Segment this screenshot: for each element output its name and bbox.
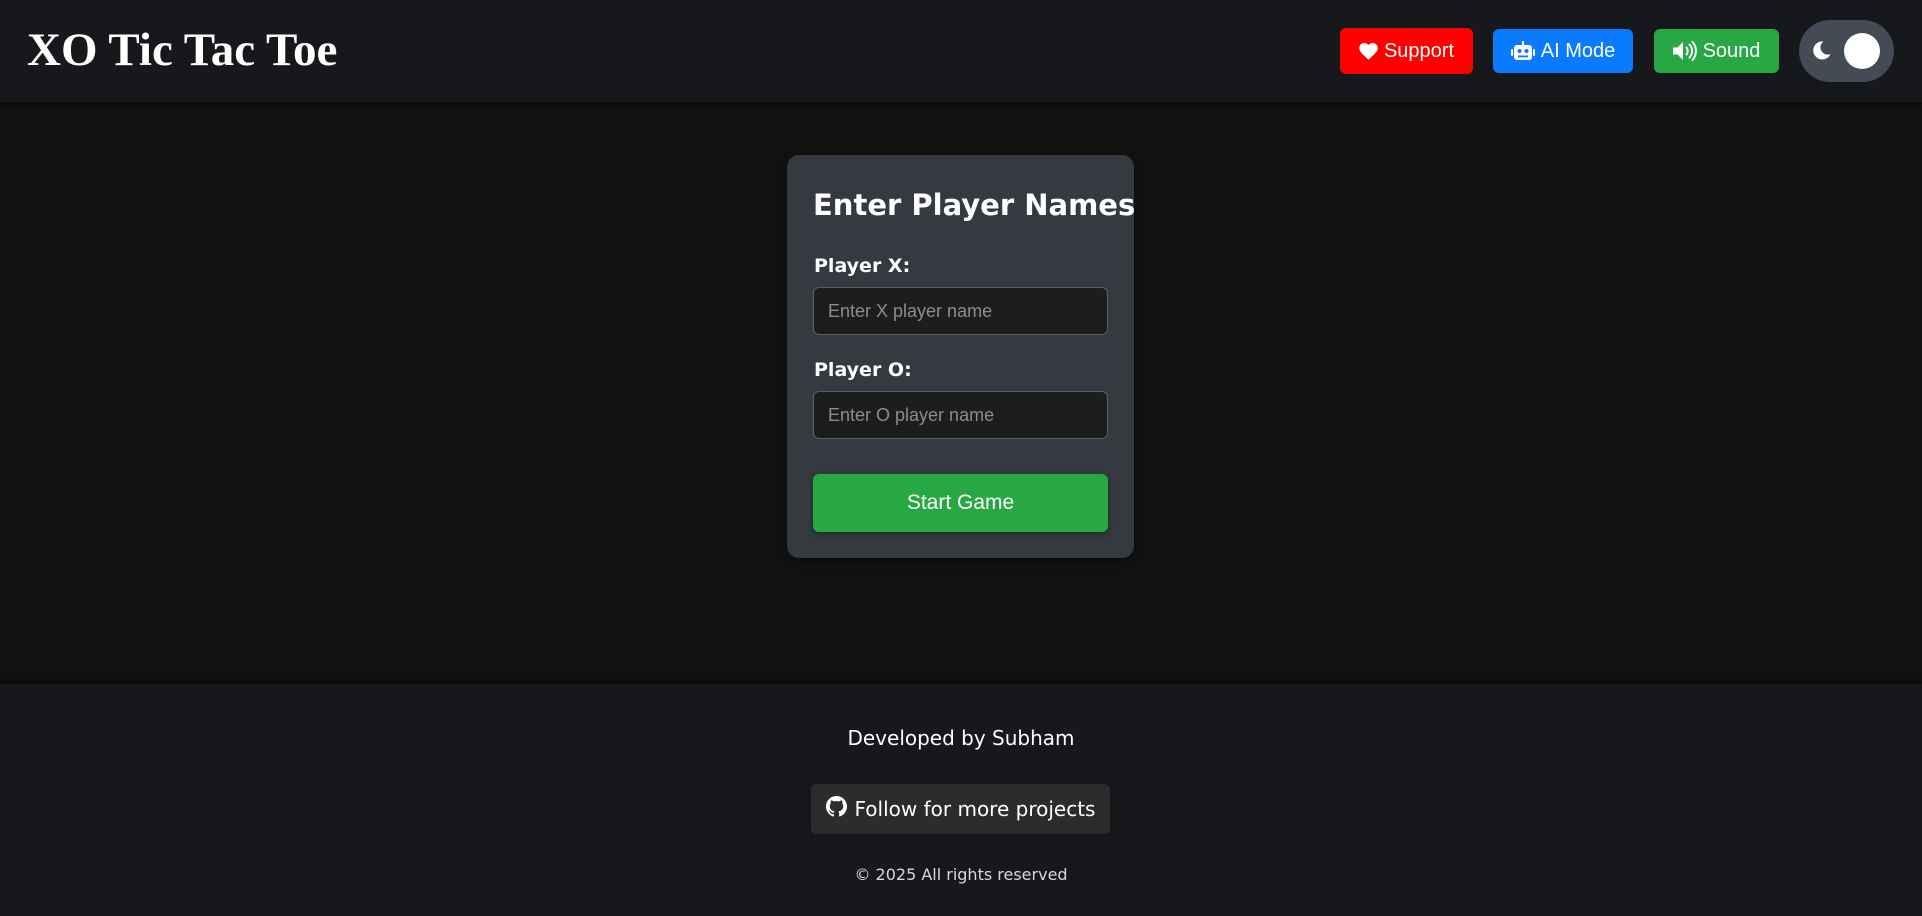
card-title: Enter Player Names <box>813 188 1136 222</box>
robot-icon <box>1510 41 1535 61</box>
player-x-input[interactable] <box>813 287 1108 335</box>
ai-mode-button[interactable]: AI Mode <box>1493 29 1633 73</box>
support-button-label: Support <box>1383 39 1455 62</box>
support-button[interactable]: Support <box>1340 28 1473 74</box>
page-footer: Developed by Subham Follow for more proj… <box>0 684 1922 916</box>
theme-toggle[interactable] <box>1799 20 1894 82</box>
app-title: XO Tic Tac Toe <box>27 24 338 76</box>
moon-icon <box>1813 41 1831 65</box>
follow-button-label: Follow for more projects <box>854 797 1096 821</box>
app-header: XO Tic Tac Toe Support AI Mode Sound <box>0 0 1922 102</box>
ai-mode-button-label: AI Mode <box>1540 39 1616 62</box>
player-o-label: Player O: <box>814 359 912 381</box>
developer-credit: Developed by Subham <box>847 726 1075 750</box>
volume-icon <box>1672 41 1697 61</box>
follow-github-button[interactable]: Follow for more projects <box>811 784 1110 834</box>
start-game-button[interactable]: Start Game <box>813 474 1108 532</box>
player-x-label: Player X: <box>814 255 911 277</box>
copyright-text: © 2025 All rights reserved <box>854 865 1068 884</box>
heart-icon <box>1359 42 1378 60</box>
github-icon <box>825 796 847 822</box>
sound-button-label: Sound <box>1702 39 1761 62</box>
sound-button[interactable]: Sound <box>1654 29 1779 73</box>
toggle-knob <box>1844 33 1880 69</box>
player-o-input[interactable] <box>813 391 1108 439</box>
